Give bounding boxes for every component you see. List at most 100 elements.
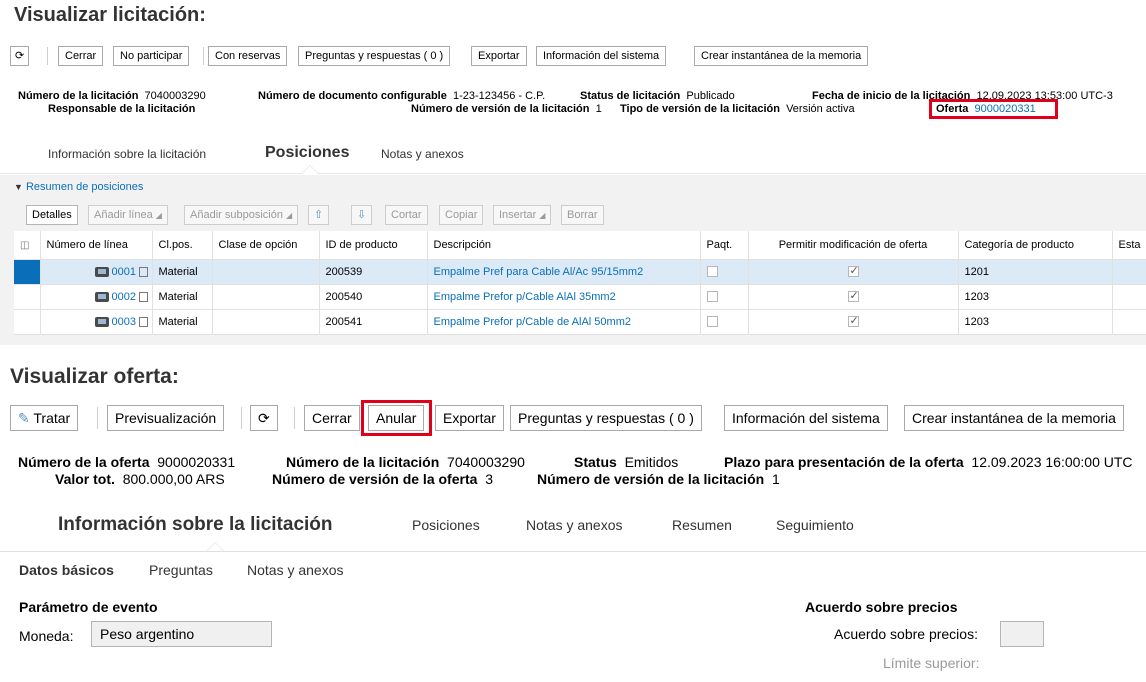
memory-snapshot-button[interactable]: Crear instantánea de la memoria bbox=[694, 46, 869, 66]
column-status[interactable]: Esta bbox=[1112, 231, 1146, 260]
tab-summary[interactable]: Resumen bbox=[672, 500, 732, 550]
positions-table: ◫ Número de línea Cl.pos. Clase de opció… bbox=[14, 231, 1146, 335]
refresh-button[interactable]: ⟳ bbox=[10, 46, 30, 66]
delete-button[interactable]: Borrar bbox=[561, 205, 604, 225]
positions-summary-toggle[interactable]: ▼ Resumen de posiciones bbox=[14, 181, 143, 193]
note-icon[interactable] bbox=[138, 316, 148, 327]
details-button[interactable]: Detalles bbox=[26, 205, 78, 225]
product-id-cell: 200540 bbox=[319, 284, 428, 310]
move-down-button[interactable]: ⇩ bbox=[351, 205, 373, 225]
offer-status-field: Status Emitidos bbox=[574, 454, 679, 470]
subtab-basic-data[interactable]: Datos básicos bbox=[19, 552, 114, 588]
close-button[interactable]: Cerrar bbox=[58, 46, 104, 66]
offer-highlight-box bbox=[929, 99, 1058, 119]
line-number-link[interactable]: 0003 bbox=[112, 316, 136, 328]
status-cell bbox=[1112, 259, 1146, 285]
tab-bid-info[interactable]: Información sobre la licitación bbox=[48, 136, 206, 172]
export-button[interactable]: Exportar bbox=[435, 405, 504, 431]
option-class-cell bbox=[212, 284, 320, 310]
add-subposition-button[interactable]: Añadir subposición ◢ bbox=[184, 205, 299, 225]
bid-number-field: Número de la licitación 7040003290 bbox=[18, 90, 206, 102]
line-number-cell: 0003 bbox=[40, 309, 153, 335]
product-id-cell: 200539 bbox=[319, 259, 428, 285]
note-icon[interactable] bbox=[138, 291, 148, 302]
column-package[interactable]: Paqt. bbox=[700, 231, 749, 260]
tab-positions[interactable]: Posiciones bbox=[412, 500, 480, 550]
export-button[interactable]: Exportar bbox=[471, 46, 527, 66]
bid-tabs: Información sobre la licitación Posicion… bbox=[0, 136, 1146, 174]
product-category-cell: 1203 bbox=[958, 284, 1113, 310]
package-checkbox[interactable] bbox=[706, 291, 718, 303]
copy-button[interactable]: Copiar bbox=[439, 205, 484, 225]
tab-notes-attachments[interactable]: Notas y anexos bbox=[526, 500, 623, 550]
allow-modification-checkbox[interactable] bbox=[847, 314, 859, 328]
package-cell bbox=[700, 259, 749, 285]
column-line-number[interactable]: Número de línea bbox=[40, 231, 153, 260]
subtab-questions[interactable]: Preguntas bbox=[149, 552, 213, 588]
row-selector[interactable] bbox=[14, 309, 41, 335]
tab-bid-info[interactable]: Información sobre la licitación bbox=[58, 500, 333, 550]
insert-button[interactable]: Insertar ◢ bbox=[493, 205, 552, 225]
item-category-cell: Material bbox=[152, 309, 213, 335]
description-link[interactable]: Empalme Pref para Cable Al/Ac 95/15mm2 bbox=[427, 259, 701, 285]
arrow-up-icon: ⇧ bbox=[314, 209, 324, 221]
bid-version-type-field: Tipo de versión de la licitación Versión… bbox=[620, 103, 855, 115]
system-info-button[interactable]: Información del sistema bbox=[724, 405, 888, 431]
table-row[interactable]: 0002 Material 200540 Empalme Prefor p/Ca… bbox=[14, 284, 1146, 310]
price-agreement-heading: Acuerdo sobre precios bbox=[805, 599, 958, 615]
row-selector[interactable] bbox=[14, 259, 41, 285]
close-button[interactable]: Cerrar bbox=[304, 405, 360, 431]
table-row[interactable]: 0001 Material 200539 Empalme Pref para C… bbox=[14, 259, 1146, 285]
selected-tab-indicator bbox=[206, 542, 224, 551]
questions-answers-button[interactable]: Preguntas y respuestas ( 0 ) bbox=[298, 46, 451, 66]
arrow-down-icon: ⇩ bbox=[357, 209, 367, 221]
description-link[interactable]: Empalme Prefor p/Cable de AlAl 50mm2 bbox=[427, 309, 701, 335]
bid-status-field: Status de licitación Publicado bbox=[580, 90, 735, 102]
row-selector[interactable] bbox=[14, 284, 41, 310]
description-link[interactable]: Empalme Prefor p/Cable AlAl 35mm2 bbox=[427, 284, 701, 310]
line-number-link[interactable]: 0002 bbox=[112, 291, 136, 303]
preview-button[interactable]: Previsualización bbox=[107, 405, 225, 431]
questions-answers-button[interactable]: Preguntas y respuestas ( 0 ) bbox=[510, 405, 702, 431]
allow-modification-checkbox[interactable] bbox=[847, 264, 859, 278]
no-participate-button[interactable]: No participar bbox=[113, 46, 190, 66]
subtab-notes-attachments[interactable]: Notas y anexos bbox=[247, 552, 344, 588]
tab-tracking[interactable]: Seguimiento bbox=[776, 500, 854, 550]
move-up-button[interactable]: ⇧ bbox=[308, 205, 330, 225]
toolbar-separator bbox=[47, 47, 48, 65]
note-icon[interactable] bbox=[138, 266, 148, 277]
column-allow-modification[interactable]: Permitir modificación de oferta bbox=[748, 231, 959, 260]
allow-modification-checkbox[interactable] bbox=[847, 289, 859, 303]
memory-snapshot-button[interactable]: Crear instantánea de la memoria bbox=[904, 405, 1124, 431]
status-cell bbox=[1112, 284, 1146, 310]
edit-button[interactable]: ✎ Tratar bbox=[10, 405, 79, 431]
allow-modification-cell bbox=[748, 284, 959, 310]
offer-tabs: Información sobre la licitación Posicion… bbox=[0, 500, 1146, 552]
column-option-class[interactable]: Clase de opción bbox=[212, 231, 320, 260]
system-info-button[interactable]: Información del sistema bbox=[536, 46, 667, 66]
bid-view-panel: Visualizar licitación: ⟳ Cerrar No parti… bbox=[0, 0, 1146, 345]
refresh-button[interactable]: ⟳ bbox=[250, 405, 278, 431]
item-category-cell: Material bbox=[152, 259, 213, 285]
toolbar-separator bbox=[294, 407, 295, 429]
add-line-button[interactable]: Añadir línea ◢ bbox=[88, 205, 168, 225]
package-checkbox[interactable] bbox=[706, 316, 718, 328]
line-number-link[interactable]: 0001 bbox=[112, 266, 136, 278]
table-row[interactable]: 0003 Material 200541 Empalme Prefor p/Ca… bbox=[14, 309, 1146, 335]
column-description[interactable]: Descripción bbox=[427, 231, 701, 260]
price-agreement-field bbox=[1000, 621, 1044, 647]
item-icon bbox=[94, 266, 109, 277]
triangle-down-icon: ▼ bbox=[14, 182, 23, 192]
package-checkbox[interactable] bbox=[706, 266, 718, 278]
bid-version-number-field: Número de versión de la licitación 1 bbox=[537, 471, 780, 487]
dropdown-icon: ◢ bbox=[539, 211, 546, 220]
tab-notes-attachments[interactable]: Notas y anexos bbox=[381, 136, 464, 172]
item-icon bbox=[94, 316, 109, 327]
select-all-column[interactable]: ◫ bbox=[14, 231, 41, 260]
column-product-id[interactable]: ID de producto bbox=[319, 231, 428, 260]
item-category-cell: Material bbox=[152, 284, 213, 310]
cut-button[interactable]: Cortar bbox=[385, 205, 428, 225]
column-item-category[interactable]: Cl.pos. bbox=[152, 231, 213, 260]
with-reservations-button[interactable]: Con reservas bbox=[208, 46, 288, 66]
column-product-category[interactable]: Categoría de producto bbox=[958, 231, 1113, 260]
